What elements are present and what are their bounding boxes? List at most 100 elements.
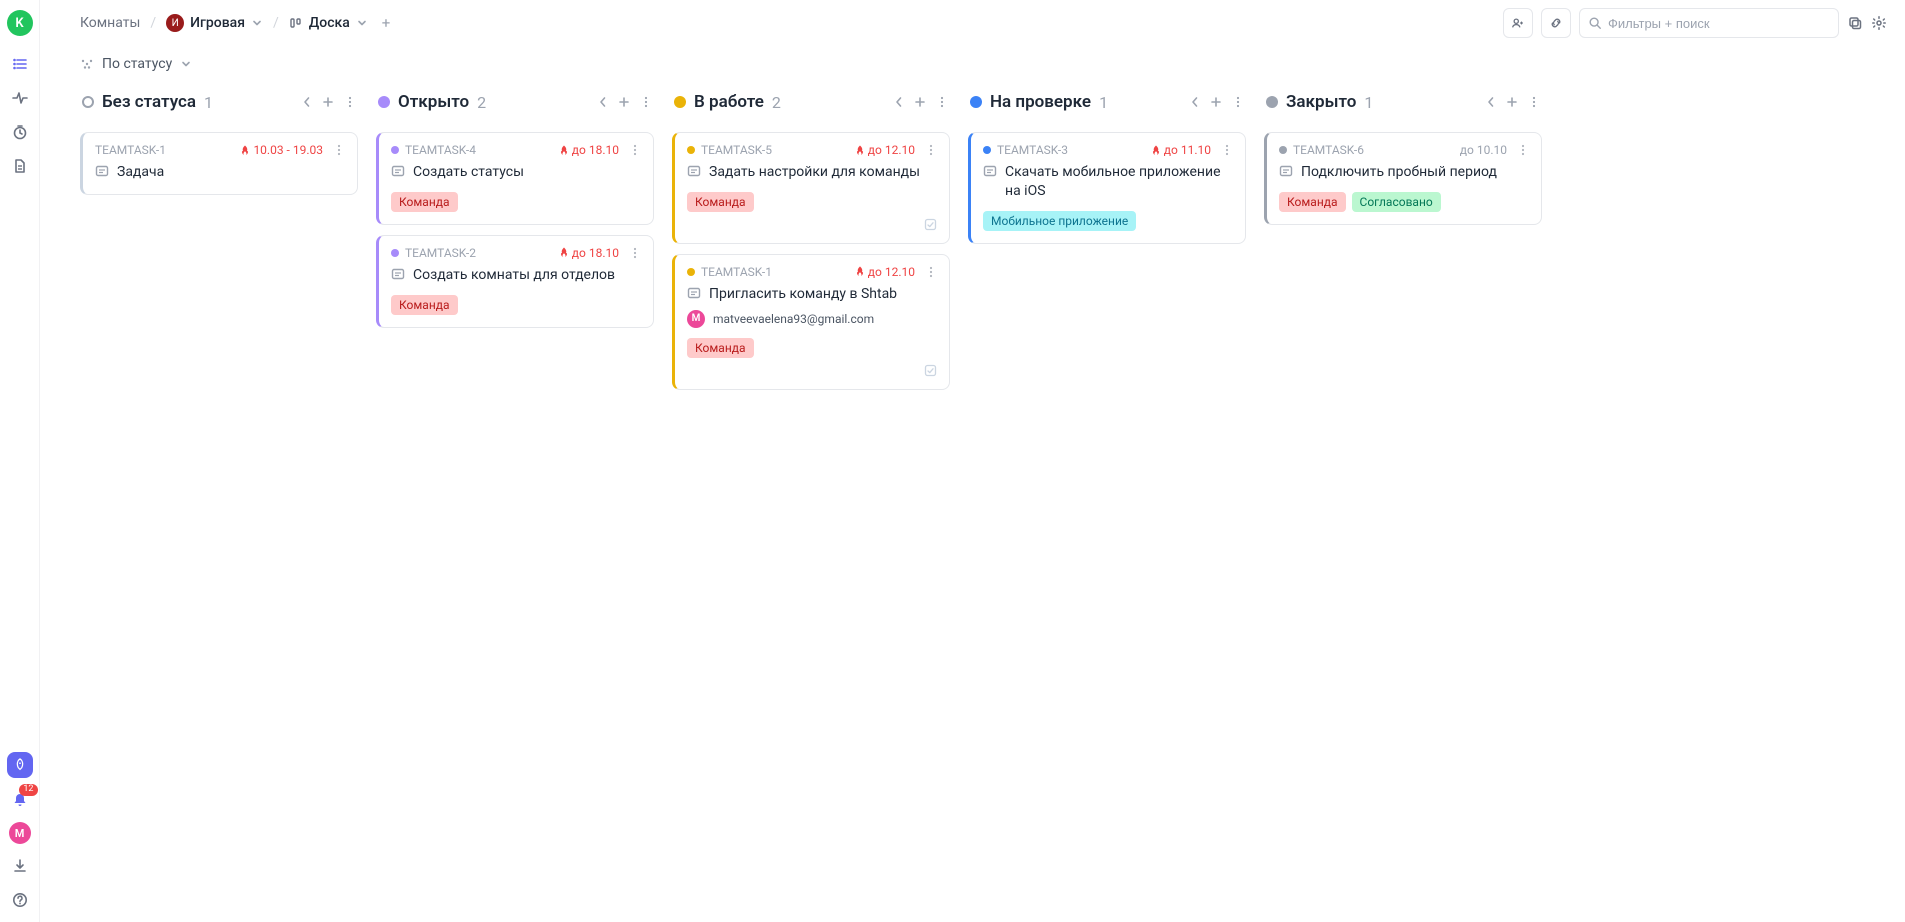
card-menu-icon[interactable] [921,143,937,157]
tags: Команда [391,192,641,212]
activity-icon[interactable] [8,86,32,110]
status-dot [82,96,94,108]
notification-badge: 12 [19,784,37,796]
kanban-board: Без статуса1TEAMTASK-110.03 - 19.03Задач… [40,90,1905,922]
task-card[interactable]: TEAMTASK-4до 18.10Создать статусыКоманда [376,132,654,225]
chevron-down-icon[interactable] [251,17,263,29]
download-icon[interactable] [8,854,32,878]
add-card-icon[interactable] [322,96,334,108]
column-open: Открыто2TEAMTASK-4до 18.10Создать статус… [376,90,654,328]
column-count: 1 [1099,93,1108,112]
left-rail: K 12 M [0,0,40,922]
task-card[interactable]: TEAMTASK-3до 11.10Скачать мобильное прил… [968,132,1246,244]
tag-mobile[interactable]: Мобильное приложение [983,211,1136,231]
card-menu-icon[interactable] [921,265,937,279]
task-due: до 11.10 [1151,143,1211,157]
column-title: На проверке [990,92,1091,112]
add-card-icon[interactable] [1210,96,1222,108]
task-id: TEAMTASK-1 [701,265,772,279]
column-count: 2 [772,93,781,112]
rocket-icon[interactable] [7,752,33,778]
collapse-column-icon[interactable] [1190,96,1200,108]
timer-icon[interactable] [8,120,32,144]
tag-agreed[interactable]: Согласовано [1352,192,1441,212]
help-icon[interactable] [8,888,32,912]
group-by-label: По статусу [102,56,172,72]
card-title-row: Создать статусы [391,163,641,182]
task-card[interactable]: TEAMTASK-2до 18.10Создать комнаты для от… [376,235,654,328]
task-status-dot [687,268,695,276]
card-footer [687,364,937,377]
tag-team[interactable]: Команда [687,192,754,212]
tag-team[interactable]: Команда [687,338,754,358]
add-card-icon[interactable] [618,96,630,108]
group-icon [80,57,94,71]
task-status-dot [983,146,991,154]
tag-team[interactable]: Команда [391,295,458,315]
tags: Команда [687,192,937,212]
search-input[interactable] [1608,16,1830,31]
card-menu-icon[interactable] [1217,143,1233,157]
user-avatar[interactable]: M [9,822,31,844]
column-menu-icon[interactable] [1232,95,1244,109]
collapse-column-icon[interactable] [894,96,904,108]
group-by-row[interactable]: По статусу [40,46,1905,90]
members-icon[interactable] [1503,8,1533,38]
gear-icon[interactable] [1871,15,1887,31]
link-icon[interactable] [1541,8,1571,38]
collapse-column-icon[interactable] [302,96,312,108]
card-menu-icon[interactable] [1513,143,1529,157]
task-due-text: до 12.10 [868,265,915,279]
column-header: Закрыто1 [1264,90,1542,122]
add-card-icon[interactable] [1506,96,1518,108]
tag-team[interactable]: Команда [1279,192,1346,212]
collapse-column-icon[interactable] [1486,96,1496,108]
task-title: Подключить пробный период [1301,163,1497,182]
column-menu-icon[interactable] [1528,95,1540,109]
collapse-column-icon[interactable] [598,96,608,108]
breadcrumb-view[interactable]: Доска [289,15,368,31]
tag-team[interactable]: Команда [391,192,458,212]
task-due-text: 10.03 - 19.03 [253,143,323,157]
task-due: 10.03 - 19.03 [240,143,323,157]
workspace-avatar[interactable]: K [7,10,33,36]
card-menu-icon[interactable] [329,143,345,157]
card-header: TEAMTASK-110.03 - 19.03 [95,143,345,157]
column-review: На проверке 1 TEAMTASK-3до 11.10Скачать мо… [968,90,1246,244]
subtask-icon[interactable] [924,364,937,377]
column-header: Открыто2 [376,90,654,122]
document-icon[interactable] [8,154,32,178]
column-closed: Закрыто1 TEAMTASK-6до 10.10Подключить про… [1264,90,1542,225]
card-menu-icon[interactable] [625,246,641,260]
column-menu-icon[interactable] [344,95,356,109]
task-card[interactable]: TEAMTASK-110.03 - 19.03 Задача [80,132,358,195]
card-title-row: Пригласить команду в Shtab [687,285,937,304]
chevron-down-icon[interactable] [180,58,192,70]
column-menu-icon[interactable] [640,95,652,109]
copy-icon[interactable] [1847,15,1863,31]
task-card[interactable]: TEAMTASK-6до 10.10Подключить пробный пер… [1264,132,1542,225]
task-card[interactable]: TEAMTASK-5до 12.10Задать настройки для к… [672,132,950,244]
chevron-down-icon[interactable] [356,17,368,29]
task-due: до 12.10 [855,265,915,279]
add-card-icon[interactable] [914,96,926,108]
add-view-button[interactable]: + [378,14,395,32]
breadcrumb-separator: / [150,15,156,31]
notifications-icon[interactable]: 12 [8,788,32,812]
column-menu-icon[interactable] [936,95,948,109]
card-title-row: Задача [95,163,345,182]
card-menu-icon[interactable] [625,143,641,157]
task-due-text: до 11.10 [1164,143,1211,157]
task-card[interactable]: TEAMTASK-1 до 12.10 Пригласить команду в S… [672,254,950,390]
search-box[interactable] [1579,8,1839,38]
breadcrumb-room[interactable]: И Игровая [166,14,263,32]
task-type-icon [687,164,701,178]
subtask-icon[interactable] [924,218,937,231]
column-count: 2 [477,93,486,112]
task-due-text: до 18.10 [572,246,619,260]
list-icon[interactable] [8,52,32,76]
task-type-icon [95,164,109,178]
task-type-icon [983,164,997,178]
breadcrumb-rooms[interactable]: Комнаты [80,15,140,31]
task-title: Задача [117,163,164,182]
